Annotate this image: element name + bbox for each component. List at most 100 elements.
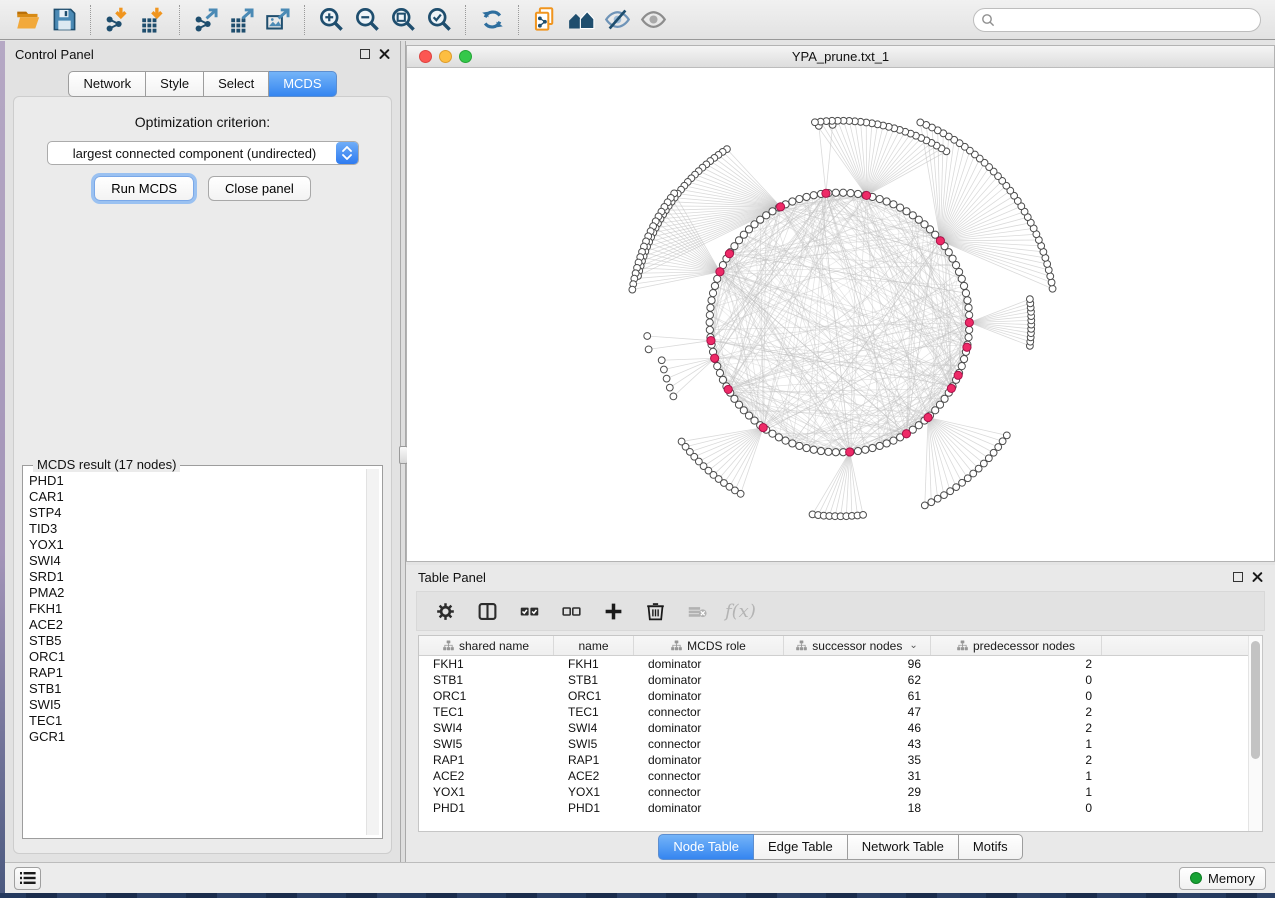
mcds-result-item[interactable]: SWI5 [29,697,365,713]
save-session-button[interactable] [46,4,82,36]
network-window-titlebar[interactable]: YPA_prune.txt_1 [407,46,1274,68]
column-header-successor-nodes[interactable]: successor nodes⌄ [784,636,931,655]
mcds-result-item[interactable]: YOX1 [29,537,365,553]
table-row[interactable]: TEC1TEC1connector472 [419,704,1262,720]
table-row[interactable]: RAP1RAP1dominator352 [419,752,1262,768]
table-scrollbar-thumb[interactable] [1251,641,1260,759]
tab-motifs[interactable]: Motifs [959,834,1023,860]
mcds-result-item[interactable]: ACE2 [29,617,365,633]
table-row[interactable]: ACE2ACE2connector311 [419,768,1262,784]
add-column-button[interactable] [597,595,629,627]
close-panel-button[interactable]: Close panel [208,176,311,201]
vertical-splitter[interactable] [400,41,406,862]
export-image-icon [265,6,292,33]
table-row[interactable]: STB1STB1dominator620 [419,672,1262,688]
mcds-result-item[interactable]: FKH1 [29,601,365,617]
birds-eye-button[interactable] [563,4,599,36]
import-table-button[interactable] [135,4,171,36]
mcds-result-item[interactable]: ORC1 [29,649,365,665]
export-image-button[interactable] [260,4,296,36]
close-table-panel-icon[interactable] [1252,572,1263,583]
select-all-button[interactable] [513,595,545,627]
refresh-button[interactable] [474,4,510,36]
table-row[interactable]: PHD1PHD1dominator180 [419,800,1262,816]
table-row[interactable]: SWI5SWI5connector431 [419,736,1262,752]
search-field-wrap [973,8,1261,32]
mcds-result-item[interactable]: SRD1 [29,569,365,585]
cell-mcds_role: connector [634,736,784,752]
maximize-window-icon[interactable] [459,50,472,63]
mcds-result-item[interactable]: PMA2 [29,585,365,601]
float-table-panel-icon[interactable] [1233,572,1243,582]
search-input[interactable] [973,8,1261,32]
column-header-MCDS-role[interactable]: MCDS role [634,636,784,655]
table-row[interactable]: YOX1YOX1connector291 [419,784,1262,800]
mcds-result-item[interactable]: RAP1 [29,665,365,681]
close-window-icon[interactable] [419,50,432,63]
tab-select[interactable]: Select [204,71,269,97]
export-network-button[interactable] [188,4,224,36]
tab-network[interactable]: Network [68,71,146,97]
network-from-file-button[interactable] [527,4,563,36]
table-row[interactable]: SWI4SWI4dominator462 [419,720,1262,736]
tab-style[interactable]: Style [146,71,204,97]
cell-shared_name: RAP1 [419,752,554,768]
cell-shared_name: TEC1 [419,704,554,720]
table-row[interactable]: ORC1ORC1dominator610 [419,688,1262,704]
column-header-predecessor-nodes[interactable]: predecessor nodes [931,636,1102,655]
destroy-column-button[interactable] [681,595,713,627]
mcds-list-scrollbar[interactable] [366,469,379,835]
mcds-result-item[interactable]: CAR1 [29,489,365,505]
mcds-result-item[interactable]: TEC1 [29,713,365,729]
cell-name: YOX1 [554,784,634,800]
show-graphics-button[interactable] [635,4,671,36]
cell-mcds_role: connector [634,768,784,784]
criterion-dropdown[interactable]: largest connected component (undirected) [47,141,359,165]
import-network-button[interactable] [99,4,135,36]
window-controls [419,50,472,63]
mcds-result-item[interactable]: PHD1 [29,473,365,489]
run-mcds-button[interactable]: Run MCDS [94,176,194,201]
mcds-result-item[interactable]: GCR1 [29,729,365,745]
gear-button[interactable] [429,595,461,627]
task-history-button[interactable] [14,867,41,890]
cell-predecessor_nodes: 0 [931,800,1102,816]
control-panel: Control Panel NetworkStyleSelectMCDS Opt… [5,41,400,862]
save-session-icon [51,6,78,33]
column-header-shared-name[interactable]: shared name [419,636,554,655]
split-panel-button[interactable] [471,595,503,627]
tab-network-table[interactable]: Network Table [848,834,959,860]
minimize-window-icon[interactable] [439,50,452,63]
memory-button[interactable]: Memory [1179,867,1266,890]
zoom-fit-button[interactable] [385,4,421,36]
zoom-selected-button[interactable] [421,4,457,36]
float-panel-icon[interactable] [360,49,370,59]
zoom-in-button[interactable] [313,4,349,36]
control-panel-tabs: NetworkStyleSelectMCDS [5,67,400,97]
cell-mcds_role: dominator [634,672,784,688]
network-canvas[interactable] [407,68,1274,561]
tab-edge-table[interactable]: Edge Table [754,834,848,860]
export-table-button[interactable] [224,4,260,36]
zoom-out-button[interactable] [349,4,385,36]
tab-node-table[interactable]: Node Table [658,834,754,860]
status-bar: Memory [5,862,1275,893]
mcds-result-list[interactable]: PHD1CAR1STP4TID3YOX1SWI4SRD1PMA2FKH1ACE2… [26,469,365,835]
mcds-result-item[interactable]: STB1 [29,681,365,697]
hide-graphics-button[interactable] [599,4,635,36]
mcds-result-item[interactable]: SWI4 [29,553,365,569]
column-header-name[interactable]: name [554,636,634,655]
delete-column-button[interactable] [639,595,671,627]
function-builder-button[interactable]: f(x) [723,601,756,622]
table-row[interactable]: FKH1FKH1dominator962 [419,656,1262,672]
mcds-result-item[interactable]: STP4 [29,505,365,521]
zoom-fit-icon [390,6,417,33]
open-file-button[interactable] [10,4,46,36]
deselect-all-button[interactable] [555,595,587,627]
mcds-result-item[interactable]: TID3 [29,521,365,537]
mcds-result-item[interactable]: STB5 [29,633,365,649]
tab-mcds[interactable]: MCDS [269,71,336,97]
close-panel-icon[interactable] [379,49,390,60]
table-scrollbar[interactable] [1248,636,1262,831]
right-column: YPA_prune.txt_1 Table Panel f(x) shared … [406,41,1275,862]
